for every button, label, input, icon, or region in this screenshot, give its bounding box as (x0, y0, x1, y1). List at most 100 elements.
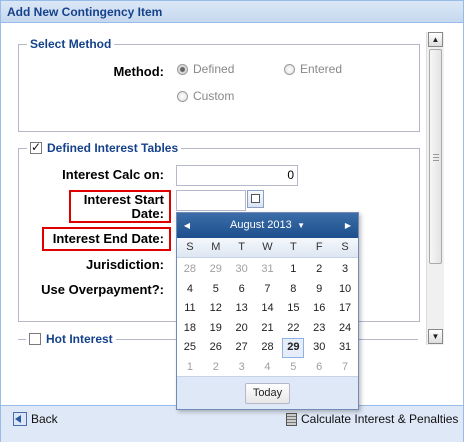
calculate-label: Calculate Interest & Penalties (301, 412, 459, 426)
grip-line (433, 160, 439, 161)
day-cell[interactable]: 3 (332, 260, 358, 280)
scroll-up-button[interactable]: ▲ (428, 32, 443, 47)
chevron-up-icon: ▲ (431, 35, 440, 44)
day-cell[interactable]: 13 (229, 299, 255, 319)
day-cell[interactable]: 17 (332, 299, 358, 319)
day-cell[interactable]: 4 (255, 358, 281, 378)
day-cell[interactable]: 20 (229, 319, 255, 339)
weekday-label: M (211, 241, 221, 253)
dialog-window: Add New Contingency Item Select Method M… (0, 0, 464, 442)
hot-interest-checkbox[interactable] (29, 333, 41, 345)
day-cell[interactable]: 30 (306, 338, 332, 358)
day-cell[interactable]: 27 (229, 338, 255, 358)
day-cell[interactable]: 11 (177, 299, 203, 319)
day-cell[interactable]: 7 (332, 358, 358, 378)
day-cell[interactable]: 14 (255, 299, 281, 319)
defined-interest-checkbox[interactable] (30, 140, 42, 154)
hot-interest-legend: Hot Interest (26, 332, 116, 346)
method-option-defined[interactable]: Defined (177, 62, 234, 76)
back-arrow-icon (13, 412, 27, 426)
weekday-label: W (262, 241, 273, 253)
weekday-label: S (186, 241, 194, 253)
today-button[interactable]: Today (245, 383, 290, 404)
day-cell[interactable]: 6 (229, 280, 255, 300)
grip-line (433, 154, 439, 155)
next-month-icon[interactable]: ▶ (340, 213, 356, 238)
calendar-trigger[interactable] (247, 190, 264, 208)
interest-end-label: Interest End Date: (52, 231, 164, 246)
day-cell[interactable]: 9 (306, 280, 332, 300)
radio-entered[interactable] (284, 63, 295, 75)
grip-line (433, 157, 439, 158)
day-cell[interactable]: 28 (255, 338, 281, 358)
scroll-down-button[interactable]: ▼ (428, 329, 443, 344)
day-cell[interactable]: 31 (332, 338, 358, 358)
day-cell[interactable]: 2 (306, 260, 332, 280)
date-picker: ◀ August 2013 ▼ ▶ SMTWTFS 28 29 30 31 1 2 3 4 5 6… (176, 212, 359, 410)
date-picker-header: ◀ August 2013 ▼ ▶ (177, 213, 358, 238)
day-cell[interactable]: 12 (203, 299, 229, 319)
back-button[interactable]: Back (13, 412, 58, 426)
vertical-scrollbar[interactable]: ▲ ▼ (426, 32, 444, 345)
day-cell[interactable]: 31 (255, 260, 281, 280)
month-year-selector[interactable]: August 2013 ▼ (230, 219, 305, 231)
day-grid: 28 29 30 31 1 2 3 4 5 6 7 8 9 10 11 12 13 14 15 16 17 18 19 20 2… (177, 258, 358, 377)
defined-interest-legend-label: Defined Interest Tables (47, 141, 179, 155)
day-cell[interactable]: 29 (203, 260, 229, 280)
select-method-legend: Select Method (27, 37, 115, 51)
day-cell[interactable]: 21 (255, 319, 281, 339)
interest-calc-input[interactable]: 0 (176, 165, 298, 186)
dialog-title: Add New Contingency Item (1, 1, 463, 23)
day-cell[interactable]: 28 (177, 260, 203, 280)
method-option-entered-label: Entered (300, 62, 343, 76)
prev-month-icon[interactable]: ◀ (179, 213, 195, 238)
day-cell[interactable]: 5 (280, 358, 306, 378)
chevron-down-icon: ▼ (294, 221, 305, 230)
hot-interest-legend-label: Hot Interest (46, 332, 113, 346)
day-cell[interactable]: 5 (203, 280, 229, 300)
weekday-header: SMTWTFS (177, 238, 358, 258)
method-label: Method: (113, 64, 164, 79)
calendar-icon (251, 194, 260, 203)
day-cell[interactable]: 24 (332, 319, 358, 339)
day-cell[interactable]: 22 (280, 319, 306, 339)
day-cell[interactable]: 25 (177, 338, 203, 358)
day-cell[interactable]: 4 (177, 280, 203, 300)
day-cell[interactable]: 6 (306, 358, 332, 378)
scroll-thumb[interactable] (429, 49, 442, 264)
day-cell[interactable]: 3 (229, 358, 255, 378)
day-cell[interactable]: 8 (280, 280, 306, 300)
method-option-custom-label: Custom (193, 89, 235, 103)
day-cell[interactable]: 23 (306, 319, 332, 339)
dialog-footer: Back Calculate Interest & Penalties (1, 405, 463, 442)
back-label: Back (31, 412, 58, 426)
chevron-down-icon: ▼ (431, 332, 440, 341)
radio-custom[interactable] (177, 90, 188, 102)
method-option-entered[interactable]: Entered (284, 62, 342, 76)
day-cell[interactable]: 19 (203, 319, 229, 339)
month-year-label: August 2013 (230, 219, 292, 231)
day-cell[interactable]: 2 (203, 358, 229, 378)
day-cell[interactable]: 18 (177, 319, 203, 339)
weekday-label: T (238, 241, 245, 253)
calculate-button[interactable]: Calculate Interest & Penalties (286, 412, 458, 426)
day-cell[interactable]: 7 (255, 280, 281, 300)
day-cell[interactable]: 1 (280, 260, 306, 280)
day-cell[interactable]: 30 (229, 260, 255, 280)
radio-defined[interactable] (177, 63, 188, 75)
date-picker-footer: Today (177, 376, 358, 409)
jurisdiction-label: Jurisdiction: (85, 257, 164, 272)
day-cell[interactable]: 10 (332, 280, 358, 300)
interest-start-label: Interest Start Date: (72, 193, 164, 221)
select-method-group: Select Method (18, 37, 420, 132)
day-cell[interactable]: 26 (203, 338, 229, 358)
interest-start-input[interactable] (176, 190, 246, 211)
day-cell[interactable]: 1 (177, 358, 203, 378)
day-cell[interactable]: 16 (306, 299, 332, 319)
selected-day-cell[interactable]: 29 (282, 338, 305, 358)
interest-start-label-line2: Date: (131, 206, 164, 221)
interest-start-label-line1: Interest Start (83, 192, 164, 207)
use-overpayment-label: Use Overpayment?: (41, 282, 164, 297)
method-option-custom[interactable]: Custom (177, 89, 234, 103)
day-cell[interactable]: 15 (280, 299, 306, 319)
